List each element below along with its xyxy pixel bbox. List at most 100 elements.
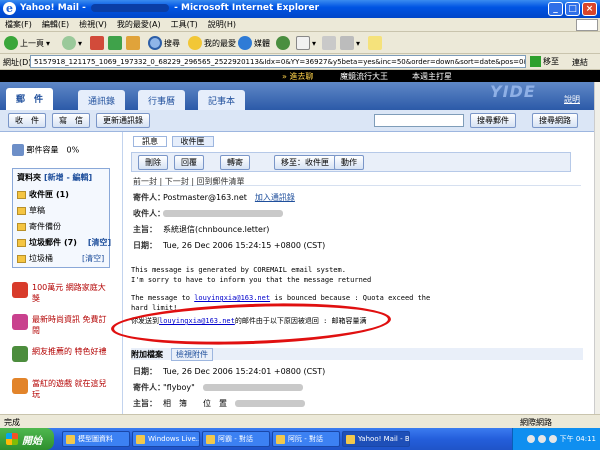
mail-quota: 郵件容量 0% [12, 144, 79, 156]
refresh-button[interactable] [108, 35, 122, 51]
promo-2-label: 最新時尚資訊 免費訂閱 [32, 315, 107, 335]
update-contacts-button[interactable]: 更新通訊錄 [96, 113, 150, 128]
help-link[interactable]: 說明 [564, 94, 580, 105]
task-2[interactable]: Windows Live... [132, 431, 200, 447]
empty-spam-link[interactable]: [清空] [88, 237, 111, 248]
folder-inbox[interactable]: 收件匣 (1) [17, 189, 69, 200]
ad-link-2[interactable]: 魔鏡流行大王 [340, 71, 388, 82]
compose-button[interactable]: 寫 信 [52, 113, 90, 128]
go-button[interactable]: 移至 [530, 55, 568, 68]
tray-icon[interactable] [548, 435, 557, 443]
home-icon [126, 36, 140, 50]
messenger-button[interactable] [368, 35, 382, 51]
window-title: Yahoo! Mail - - Microsoft Internet Explo… [20, 3, 319, 13]
favorites-button[interactable]: 我的最愛 [188, 35, 236, 51]
promo-4[interactable]: 當紅的遊戲 就在這兒玩 [12, 378, 112, 400]
home-button[interactable] [126, 35, 140, 51]
menu-view[interactable]: 檢視(V) [74, 18, 112, 31]
task-1[interactable]: 模型圖資料 [62, 431, 130, 447]
stop-button[interactable] [90, 35, 104, 51]
yahoo-logo: YIDE [490, 82, 536, 101]
folders-edit-link[interactable]: [新增 - 編輯] [44, 172, 92, 183]
tray-icon[interactable] [537, 435, 546, 443]
tab-calendar[interactable]: 行事曆 [138, 90, 186, 110]
ad-link-1[interactable]: » 進去聊 [282, 71, 313, 82]
redacted-subject [235, 400, 305, 407]
start-button[interactable]: 開始 [0, 428, 54, 450]
tab-mail[interactable]: 郵 件 [6, 88, 54, 110]
print-button[interactable] [322, 35, 336, 51]
folder-trash[interactable]: 垃圾桶 [清空] [17, 253, 104, 264]
folder-sent[interactable]: 寄件備份 [17, 221, 61, 232]
tab-inbox[interactable]: 收件匣 [171, 136, 214, 147]
maximize-button[interactable]: □ [565, 2, 580, 16]
status-bar: 完成 網際網路 [0, 414, 600, 428]
task-5[interactable]: Yahoo! Mail - B... [342, 431, 410, 447]
menu-edit[interactable]: 編輯(E) [37, 18, 74, 31]
check-mail-button[interactable]: 收 件 [8, 113, 46, 128]
folders-header: 資料夾 [新增 - 編輯] [17, 172, 92, 183]
go-label: 移至 [543, 57, 559, 66]
menu-help[interactable]: 說明(H) [203, 18, 241, 31]
menu-tools[interactable]: 工具(T) [166, 18, 203, 31]
folder-drafts-label: 草稿 [29, 206, 45, 215]
folder-spam[interactable]: 垃圾郵件 (7) [清空] [17, 237, 111, 248]
promo-3[interactable]: 網友推薦的 特色好禮 [12, 346, 112, 362]
message-toolbar: 刪除 回覆 轉寄 移至：收件匣 動作 [131, 152, 571, 172]
menu-favorites[interactable]: 我的最愛(A) [112, 18, 166, 31]
media-button[interactable]: 媒體 [238, 35, 270, 51]
action-button[interactable]: 動作 [334, 155, 364, 170]
favorites-label: 我的最愛 [204, 38, 236, 48]
task-5-label: Yahoo! Mail - B... [358, 435, 410, 443]
quota-label: 郵件容量 0% [26, 145, 80, 155]
address-field[interactable]: 5157918_121175_1069_197332_0_68229_29656… [30, 55, 526, 68]
forward-mail-button[interactable]: 轉寄 [220, 155, 250, 170]
folder-icon [66, 434, 75, 444]
task-3[interactable]: 阿霸 - 對話 [202, 431, 270, 447]
task-4[interactable]: 阿阮 - 對話 [272, 431, 340, 447]
edit-button[interactable]: ▾ [340, 35, 360, 51]
tab-contacts[interactable]: 通訊錄 [78, 90, 126, 110]
promo-1[interactable]: 100萬元 網路家庭大獎 [12, 282, 112, 304]
title-bar: e Yahoo! Mail - - Microsoft Internet Exp… [0, 0, 600, 18]
vertical-scrollbar[interactable] [594, 82, 600, 414]
ad-link-3[interactable]: 本週主打星 [412, 71, 452, 82]
promo-1-label: 100萬元 網路家庭大獎 [32, 283, 106, 303]
mail-button[interactable]: ▾ [296, 35, 316, 51]
links-button[interactable]: 連結 [572, 57, 588, 68]
move-to-button[interactable]: 移至：收件匣 [274, 155, 336, 170]
search-button[interactable]: 搜尋 [148, 35, 180, 51]
empty-trash-link[interactable]: [清空] [82, 253, 104, 264]
message-nav[interactable]: 前一封 | 下一封 | 回到郵件清單 [133, 176, 581, 186]
back-button[interactable]: 上一頁 ▾ [4, 35, 50, 51]
tray-icon[interactable] [526, 435, 535, 443]
chat-icon [276, 434, 285, 444]
forward-button[interactable]: ▾ [62, 35, 82, 51]
window-title-left: Yahoo! Mail - [20, 3, 86, 13]
search-mail-button[interactable]: 搜尋郵件 [470, 113, 516, 128]
menu-file[interactable]: 檔案(F) [0, 18, 37, 31]
tab-message[interactable]: 訊息 [133, 136, 167, 147]
mail-nav-bar: 郵 件 通訊錄 行事曆 記事本 YIDE 說明 [0, 82, 594, 110]
bounced-address-link[interactable]: louyingxia@163.net [194, 294, 270, 302]
windows-flag-icon [576, 19, 598, 31]
redacted-sender [202, 384, 303, 391]
search-web-button[interactable]: 搜尋網路 [532, 113, 578, 128]
minimize-button[interactable]: _ [548, 2, 563, 16]
tab-notepad[interactable]: 記事本 [198, 90, 246, 110]
view-attachment-button[interactable]: 檢視附件 [171, 347, 213, 361]
delete-button[interactable]: 刪除 [138, 155, 168, 170]
browser-toolbar: 上一頁 ▾ ▾ 搜尋 我的最愛 媒體 ▾ ▾ [0, 32, 600, 54]
search-input[interactable] [374, 114, 464, 127]
reply-button[interactable]: 回覆 [174, 155, 204, 170]
promo-2[interactable]: 最新時尚資訊 免費訂閱 [12, 314, 112, 336]
date-row: 日期： Tue, 26 Dec 2006 15:24:15 +0800 (CST… [133, 240, 325, 251]
folder-drafts[interactable]: 草稿 [17, 205, 45, 216]
back-label: 上一頁 [20, 38, 44, 48]
window-title-right: - Microsoft Internet Explorer [174, 3, 320, 13]
add-contact-link[interactable]: 加入通訊錄 [255, 192, 295, 203]
history-button[interactable] [276, 35, 290, 51]
media-label: 媒體 [254, 38, 270, 48]
messenger-icon [368, 36, 382, 50]
close-button[interactable]: × [582, 2, 597, 16]
